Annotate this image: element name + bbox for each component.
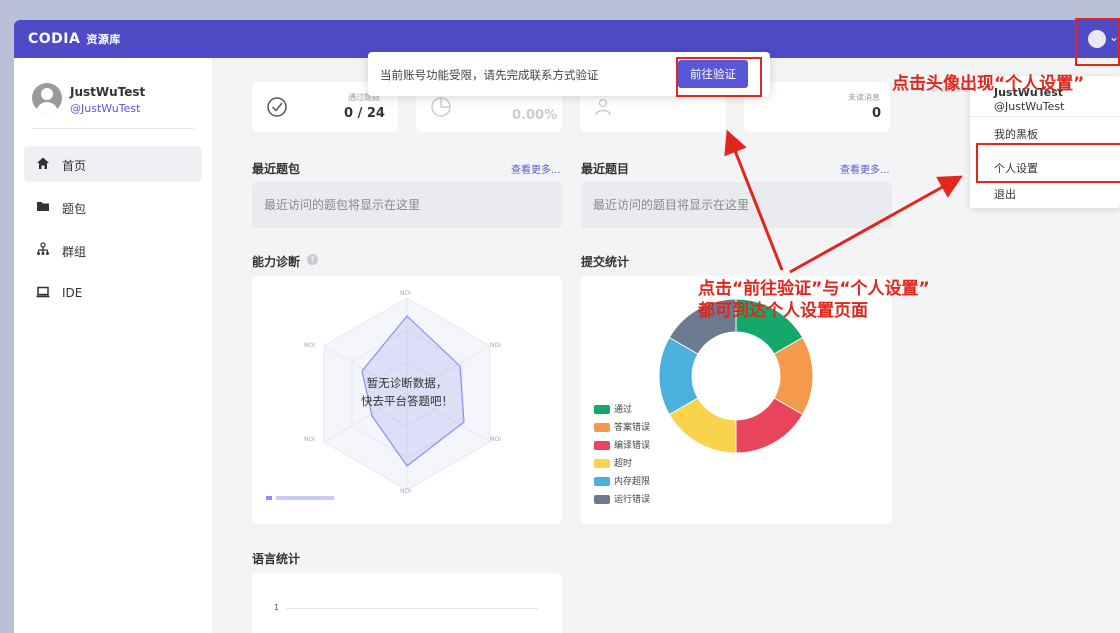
- users-icon: [595, 98, 611, 116]
- legend-item[interactable]: 编译错误: [594, 438, 650, 451]
- annotation-line: 都可到达个人设置页面: [698, 301, 868, 321]
- section-title-language: 语言统计: [252, 552, 301, 566]
- dropdown-user-handle: @JustWuTest: [994, 100, 1065, 113]
- sidebar-item-label: 群组: [62, 245, 87, 259]
- app-window: CODIA 资源库 ⌄ JustWuTest @JustWuTest 首页 题包 …: [14, 20, 1120, 633]
- brand-name: CODIA: [28, 31, 81, 47]
- legend-item[interactable]: 超时: [594, 456, 632, 469]
- legend-item[interactable]: 运行错误: [594, 492, 650, 505]
- sidebar-item-label: IDE: [62, 286, 83, 300]
- sidebar-item-home[interactable]: 首页: [24, 146, 202, 182]
- sidebar-item-label: 题包: [62, 202, 87, 216]
- legend-item[interactable]: 内存超限: [594, 474, 650, 487]
- annotation-line: 点击“前往验证”与“个人设置”: [698, 279, 930, 299]
- legend-swatch: [594, 423, 610, 432]
- recent-packs-empty: 最近访问的题包将显示在这里: [252, 182, 562, 228]
- divider: [32, 128, 194, 129]
- group-icon: [37, 242, 49, 255]
- radar-axis-label: NOI: [400, 290, 411, 297]
- radar-axis-label: NOI: [400, 488, 411, 495]
- radar-axis-label: NOI: [304, 342, 315, 349]
- legend-label: 内存超限: [614, 477, 651, 487]
- legend-label: 编译错误: [614, 441, 651, 451]
- sidebar-item-groups[interactable]: 群组: [24, 232, 202, 268]
- legend-item[interactable]: 答案错误: [594, 420, 650, 433]
- annotation-box-settings: [976, 143, 1120, 183]
- legend-label: 答案错误: [614, 423, 651, 433]
- brand-logo[interactable]: CODIA 资源库: [28, 31, 121, 47]
- avatar[interactable]: [32, 83, 62, 113]
- view-more-problems-link[interactable]: 查看更多...: [840, 161, 890, 176]
- section-title-submission: 提交统计: [581, 255, 630, 269]
- ability-radar-card: NOI NOI NOI NOI NOI NOI 暂无诊断数据， 快去平台答题吧！: [252, 276, 562, 524]
- check-circle-icon: [267, 97, 287, 117]
- sidebar-item-label: 首页: [62, 159, 87, 173]
- axis-tick-label: 1: [274, 603, 280, 612]
- sidebar-item-ide[interactable]: IDE: [24, 275, 202, 311]
- empty-line: 暂无诊断数据，: [366, 376, 448, 390]
- stat-value: 0.00%: [512, 108, 558, 123]
- legend-swatch: [594, 459, 610, 468]
- radar-empty-message: 暂无诊断数据， 快去平台答题吧！: [252, 374, 562, 410]
- toast-message: 当前账号功能受限，请先完成联系方式验证: [380, 68, 599, 82]
- legend-swatch: [594, 441, 610, 450]
- language-chart-card: 1: [252, 573, 562, 633]
- help-icon[interactable]: ?: [307, 254, 318, 265]
- gridline: [286, 608, 538, 609]
- section-title-recent-problems: 最近题目: [581, 162, 630, 176]
- legend-label: 通过: [614, 405, 633, 415]
- legend-item[interactable]: 通过: [594, 402, 632, 415]
- stat-value: 0: [872, 106, 882, 121]
- pie-chart-icon: [431, 97, 451, 117]
- home-icon: [37, 157, 49, 169]
- menu-item-blackboard[interactable]: 我的黑板: [994, 126, 1038, 142]
- stat-value: 0 / 24: [344, 106, 385, 121]
- divider: [970, 116, 1120, 117]
- legend-swatch: [594, 405, 610, 414]
- laptop-icon: [36, 286, 50, 298]
- brand-subtitle: 资源库: [86, 33, 121, 46]
- annotation-box-avatar: [1075, 18, 1120, 66]
- radar-axis-label: NOI: [490, 436, 501, 443]
- radar-axis-label: NOI: [304, 436, 315, 443]
- recent-problems-empty: 最近访问的题目将显示在这里: [581, 182, 892, 228]
- legend-label: 超时: [614, 459, 633, 469]
- annotation-text-mid: 点击“前往验证”与“个人设置” 都可到达个人设置页面: [698, 278, 930, 322]
- user-name: JustWuTest: [70, 85, 146, 99]
- radar-axis-label: NOI: [490, 342, 501, 349]
- view-more-packs-link[interactable]: 查看更多...: [511, 161, 561, 176]
- section-title-recent-packs: 最近题包: [252, 162, 301, 176]
- legend-swatch: [594, 477, 610, 486]
- menu-item-logout[interactable]: 退出: [994, 186, 1016, 202]
- annotation-text-top: 点击头像出现“个人设置”: [892, 74, 1085, 94]
- annotation-box-verify: [676, 57, 762, 97]
- legend-label: 运行错误: [614, 495, 651, 505]
- stat-label: 未读消息: [848, 93, 880, 102]
- user-handle[interactable]: @JustWuTest: [70, 102, 140, 115]
- folder-icon: [37, 202, 49, 211]
- user-dropdown-menu: JustWuTest @JustWuTest 我的黑板 个人设置 退出: [970, 76, 1120, 208]
- sidebar-item-packages[interactable]: 题包: [24, 189, 202, 225]
- legend-swatch: [594, 495, 610, 504]
- sidebar: JustWuTest @JustWuTest 首页 题包 群组 IDE: [14, 58, 212, 633]
- empty-line: 快去平台答题吧！: [361, 394, 453, 408]
- section-title-ability: 能力诊断: [252, 255, 301, 269]
